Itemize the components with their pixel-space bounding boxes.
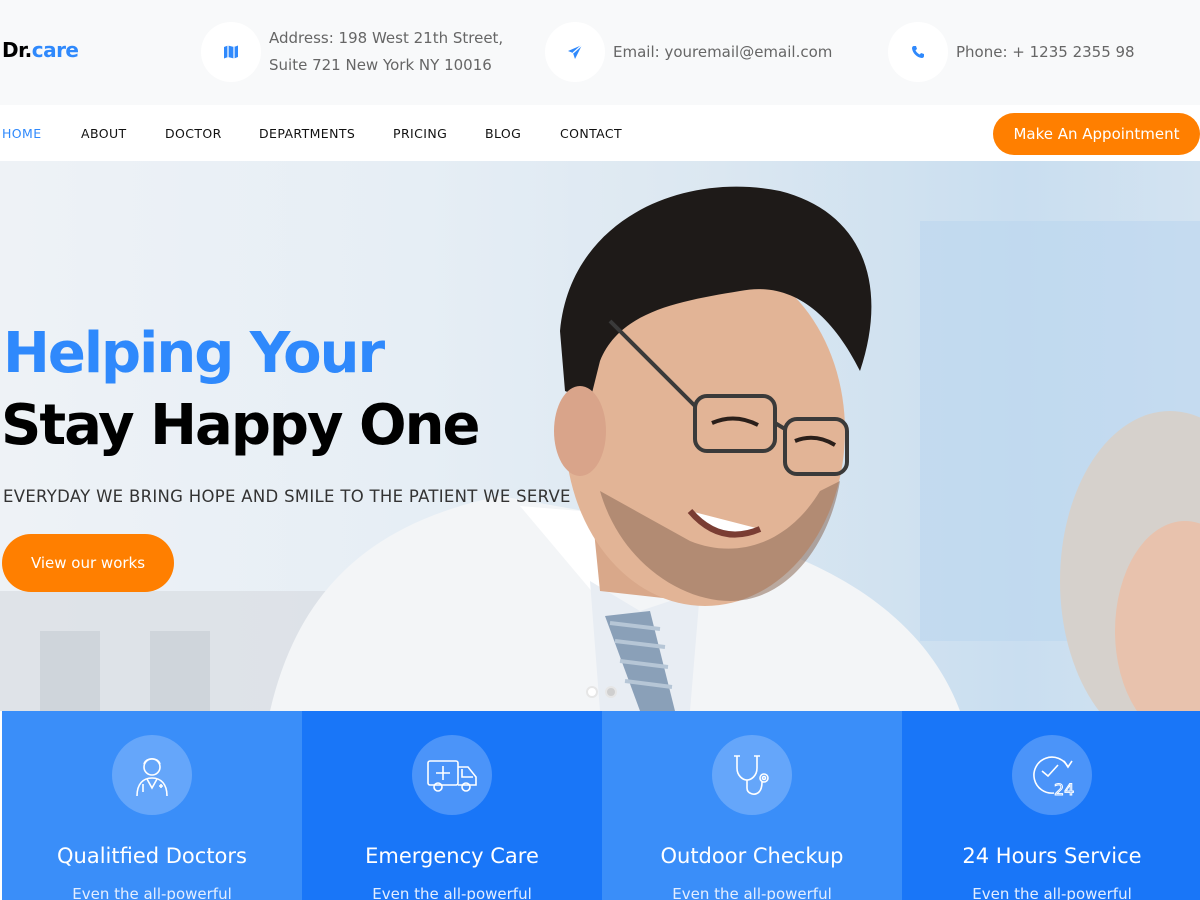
hero-title-line1: Helping Your xyxy=(3,321,385,386)
address-info: Address: 198 West 21th Street, Suite 721… xyxy=(201,22,503,82)
email-text[interactable]: Email: youremail@email.com xyxy=(613,39,832,66)
nav-item-home[interactable]: HOME xyxy=(2,126,42,141)
brand-logo-part2: care xyxy=(31,38,79,62)
service-desc: Even the all-powerful xyxy=(972,885,1132,900)
address-line1: Address: 198 West 21th Street, xyxy=(269,29,504,47)
phone-icon xyxy=(888,22,948,82)
service-title: Outdoor Checkup xyxy=(660,844,844,868)
hero-title-line2: Stay Happy One xyxy=(1,393,480,458)
svg-text:24: 24 xyxy=(1054,780,1074,799)
service-desc: Even the all-powerful xyxy=(372,885,532,900)
service-title: Emergency Care xyxy=(365,844,539,868)
services-strip: Qualitfied Doctors Even the all-powerful… xyxy=(0,711,1200,900)
address-line2: Suite 721 New York NY 10016 xyxy=(269,56,492,74)
service-desc: Even the all-powerful xyxy=(72,885,232,900)
clock-24-icon: 24 xyxy=(1012,735,1092,815)
service-card-emergency-care[interactable]: Emergency Care Even the all-powerful xyxy=(302,711,602,900)
nav-item-about[interactable]: ABOUT xyxy=(81,126,127,141)
service-card-qualified-doctors[interactable]: Qualitfied Doctors Even the all-powerful xyxy=(2,711,302,900)
brand-logo-part1: Dr. xyxy=(2,38,32,62)
nav-item-contact[interactable]: CONTACT xyxy=(560,126,622,141)
email-info: Email: youremail@email.com xyxy=(545,22,832,82)
service-title: Qualitfied Doctors xyxy=(57,844,247,868)
ambulance-icon xyxy=(412,735,492,815)
hero-slider: Helping Your Stay Happy One EVERYDAY WE … xyxy=(0,161,1200,711)
service-card-outdoor-checkup[interactable]: Outdoor Checkup Even the all-powerful xyxy=(602,711,902,900)
nav-item-departments[interactable]: DEPARTMENTS xyxy=(259,126,355,141)
hero-subtitle: EVERYDAY WE BRING HOPE AND SMILE TO THE … xyxy=(3,487,571,506)
make-appointment-button[interactable]: Make An Appointment xyxy=(993,113,1200,155)
slider-dot-2[interactable] xyxy=(605,686,617,698)
phone-info: Phone: + 1235 2355 98 xyxy=(888,22,1135,82)
top-info-bar: Dr.care Address: 198 West 21th Street, S… xyxy=(0,0,1200,105)
service-desc: Even the all-powerful xyxy=(672,885,832,900)
map-icon xyxy=(201,22,261,82)
nav-item-doctor[interactable]: DOCTOR xyxy=(165,126,222,141)
paper-plane-icon xyxy=(545,22,605,82)
service-title: 24 Hours Service xyxy=(962,844,1142,868)
phone-text[interactable]: Phone: + 1235 2355 98 xyxy=(956,39,1135,66)
brand-logo[interactable]: Dr.care xyxy=(2,38,79,62)
view-our-works-button[interactable]: View our works xyxy=(2,534,174,592)
service-card-24-hours[interactable]: 24 24 Hours Service Even the all-powerfu… xyxy=(902,711,1200,900)
doctor-icon xyxy=(112,735,192,815)
nav-item-blog[interactable]: BLOG xyxy=(485,126,521,141)
slider-dot-1[interactable] xyxy=(586,686,598,698)
nav-item-pricing[interactable]: PRICING xyxy=(393,126,447,141)
stethoscope-icon xyxy=(712,735,792,815)
